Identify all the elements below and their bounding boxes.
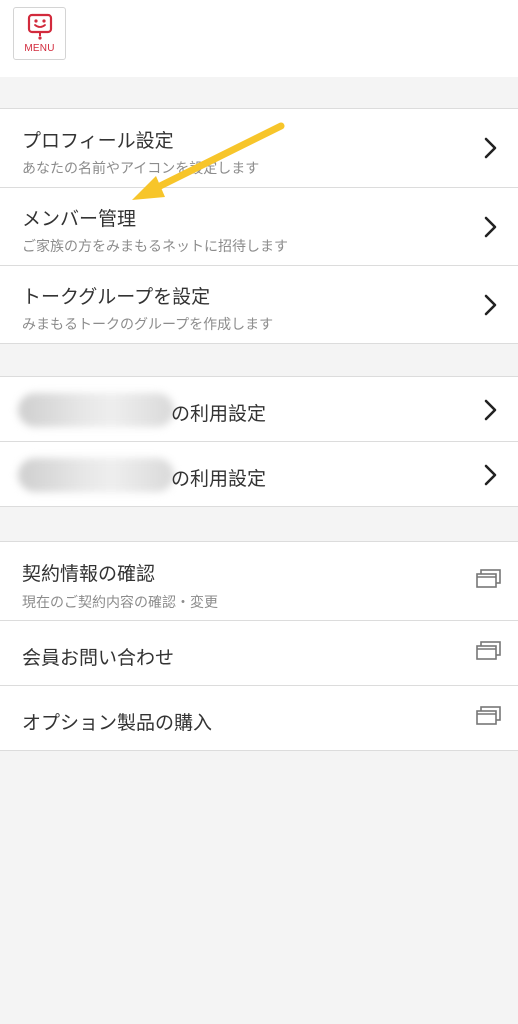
menu-item-title: オプション製品の購入 [22, 712, 213, 734]
menu-item-talk-group-settings[interactable]: トークグループを設定 みまもるトークのグループを作成します [0, 266, 518, 344]
chevron-right-icon [484, 294, 497, 316]
menu-item-service-usage-settings-1[interactable]: の利用設定 [0, 377, 518, 442]
menu-item-subtitle: ご家族の方をみまもるネットに招待します [22, 239, 288, 255]
menu-item-title: の利用設定 [171, 403, 267, 425]
menu-item-title: メンバー管理 [22, 208, 137, 230]
menu-item-option-purchase[interactable]: オプション製品の購入 [0, 686, 518, 751]
menu-item-title: プロフィール設定 [22, 130, 174, 152]
app-header: MENU [0, 0, 518, 77]
menu-item-title: トークグループを設定 [22, 286, 211, 308]
menu-item-member-inquiry[interactable]: 会員お問い合わせ [0, 621, 518, 686]
chevron-right-icon [484, 399, 497, 421]
menu-item-profile-settings[interactable]: プロフィール設定 あなたの名前やアイコンを設定します [0, 109, 518, 188]
menu-item-title: 契約情報の確認 [22, 563, 156, 585]
redacted-service-name [18, 393, 174, 427]
chevron-right-icon [484, 464, 497, 486]
menu-item-subtitle: みまもるトークのグループを作成します [22, 317, 274, 333]
account-settings-group: プロフィール設定 あなたの名前やアイコンを設定します メンバー管理 ご家族の方を… [0, 108, 518, 344]
menu-item-service-usage-settings-2[interactable]: の利用設定 [0, 442, 518, 507]
redacted-service-name [18, 458, 174, 492]
chevron-right-icon [484, 137, 497, 159]
contract-group: 契約情報の確認 現在のご契約内容の確認・変更 会員お問い合わせ オプション製品の… [0, 541, 518, 751]
menu-item-contract-info[interactable]: 契約情報の確認 現在のご契約内容の確認・変更 [0, 542, 518, 621]
menu-item-subtitle: 現在のご契約内容の確認・変更 [22, 595, 218, 611]
external-window-icon [476, 569, 501, 588]
menu-item-title: の利用設定 [171, 468, 267, 490]
external-window-icon [476, 641, 501, 660]
chevron-right-icon [484, 216, 497, 238]
menu-item-title: 会員お問い合わせ [22, 647, 175, 669]
mimamoru-logo-icon [27, 13, 53, 40]
external-window-icon [476, 706, 501, 725]
menu-button[interactable]: MENU [13, 7, 66, 60]
menu-item-subtitle: あなたの名前やアイコンを設定します [22, 161, 260, 177]
service-usage-settings-group: の利用設定 の利用設定 [0, 376, 518, 507]
menu-label: MENU [24, 43, 55, 54]
menu-item-member-management[interactable]: メンバー管理 ご家族の方をみまもるネットに招待します [0, 188, 518, 266]
